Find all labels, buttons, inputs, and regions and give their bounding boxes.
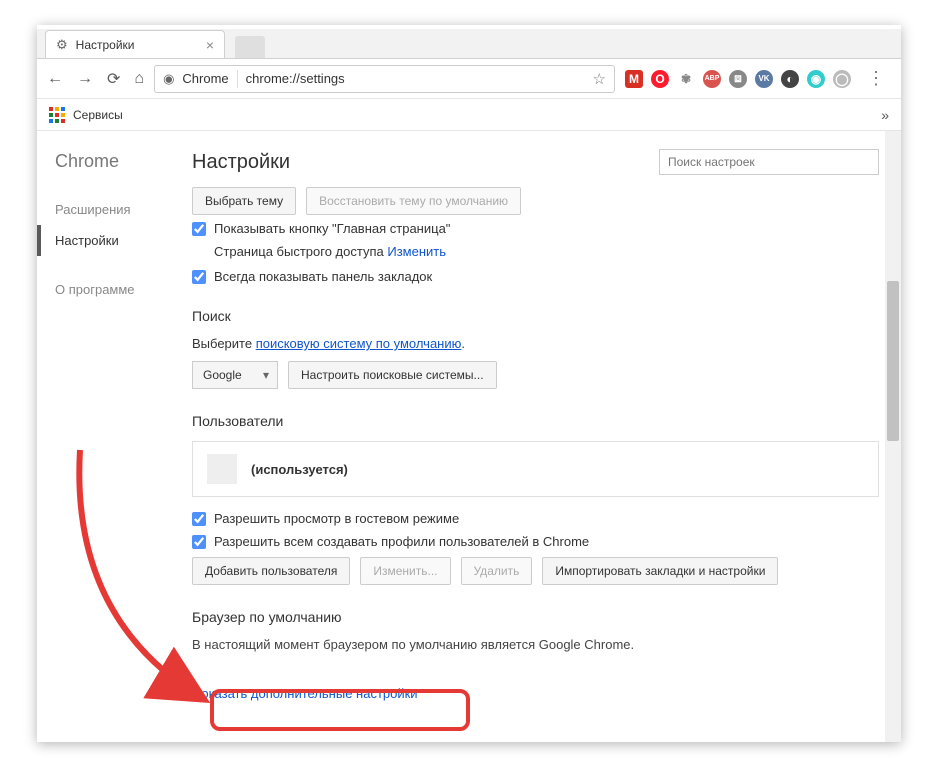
sidebar: Chrome Расширения Настройки О программе [37, 131, 192, 742]
extension-icons: M O ✾ ABP ⧈ VK ◐ ◉ ◯ [625, 70, 851, 88]
delete-user-button: Удалить [461, 557, 533, 585]
extension-icon-1[interactable]: ⧈ [729, 70, 747, 88]
manage-search-button[interactable]: Настроить поисковые системы... [288, 361, 497, 389]
tab-title: Настройки [76, 38, 135, 52]
choose-theme-button[interactable]: Выбрать тему [192, 187, 296, 215]
show-bookmarks-label: Всегда показывать панель закладок [214, 269, 432, 284]
divider [237, 70, 238, 88]
search-desc-suffix: . [461, 336, 465, 351]
search-settings-input[interactable] [659, 149, 879, 175]
settings-main: Настройки Выбрать тему Восстановить тему… [192, 131, 901, 742]
default-browser-status: В настоящий момент браузером по умолчани… [192, 637, 879, 652]
bookmarks-bar: Сервисы » [37, 99, 901, 131]
site-info-icon[interactable]: ◉ [163, 71, 174, 87]
sidebar-title: Chrome [55, 151, 192, 172]
section-default-browser: Браузер по умолчанию В настоящий момент … [192, 609, 879, 652]
bookmark-overflow[interactable]: » [881, 107, 889, 123]
tab-close-icon[interactable]: × [206, 37, 214, 53]
content-area: Chrome Расширения Настройки О программе … [37, 131, 901, 742]
edit-user-button: Изменить... [360, 557, 450, 585]
current-user-row[interactable]: (используется) [192, 441, 879, 497]
allow-create-profiles-checkbox[interactable] [192, 535, 206, 549]
bookmark-label: Сервисы [73, 108, 123, 122]
forward-button[interactable]: → [77, 70, 93, 88]
import-bookmarks-button[interactable]: Импортировать закладки и настройки [542, 557, 778, 585]
search-section-title: Поиск [192, 308, 879, 324]
tabstrip: ⚙ Настройки × [37, 29, 901, 59]
tab-settings[interactable]: ⚙ Настройки × [45, 30, 225, 58]
omnibox-label: Chrome [182, 71, 228, 86]
reset-theme-button: Восстановить тему по умолчанию [306, 187, 521, 215]
section-users: Пользователи (используется) Разрешить пр… [192, 413, 879, 585]
search-engine-select[interactable]: Google [192, 361, 278, 389]
allow-create-profiles-label: Разрешить всем создавать профили пользов… [214, 534, 589, 549]
users-section-title: Пользователи [192, 413, 879, 429]
sidebar-item-settings[interactable]: Настройки [37, 225, 192, 256]
omnibox-url: chrome://settings [246, 71, 345, 86]
apps-icon [49, 107, 65, 123]
new-tab-button[interactable] [235, 36, 265, 58]
browser-window: — ☐ ✕ ⚙ Настройки × ← → ⟳ ⌂ ◉ Chrome chr… [37, 25, 901, 742]
default-browser-title: Браузер по умолчанию [192, 609, 879, 625]
page-title: Настройки [192, 151, 290, 174]
paw-icon[interactable]: ✾ [677, 70, 695, 88]
default-search-link[interactable]: поисковую систему по умолчанию [256, 336, 462, 351]
scrollbar[interactable] [885, 131, 901, 742]
gear-icon: ⚙ [56, 37, 68, 53]
back-button[interactable]: ← [47, 70, 63, 88]
address-bar[interactable]: ◉ Chrome chrome://settings ☆ [154, 65, 615, 93]
show-home-label: Показывать кнопку "Главная страница" [214, 221, 450, 236]
sidebar-item-extensions[interactable]: Расширения [55, 194, 192, 225]
extension-icon-2[interactable]: ◐ [781, 70, 799, 88]
bookmark-item-services[interactable]: Сервисы [49, 107, 123, 123]
show-advanced-link[interactable]: Показать дополнительные настройки [192, 676, 418, 711]
extension-icon-3[interactable]: ◉ [807, 70, 825, 88]
section-appearance: Выбрать тему Восстановить тему по умолча… [192, 187, 879, 284]
show-bookmarks-checkbox[interactable] [192, 270, 206, 284]
guest-mode-label: Разрешить просмотр в гостевом режиме [214, 511, 459, 526]
search-desc-prefix: Выберите [192, 336, 256, 351]
home-subtext: Страница быстрого доступа [214, 244, 387, 259]
gmail-icon[interactable]: M [625, 70, 643, 88]
menu-button[interactable]: ⋮ [861, 68, 891, 89]
home-button[interactable]: ⌂ [134, 70, 144, 88]
nav-controls: ← → ⟳ ⌂ [47, 69, 144, 89]
add-user-button[interactable]: Добавить пользователя [192, 557, 350, 585]
reload-button[interactable]: ⟳ [107, 69, 120, 89]
show-home-checkbox[interactable] [192, 222, 206, 236]
change-home-link[interactable]: Изменить [387, 244, 446, 259]
abp-icon[interactable]: ABP [703, 70, 721, 88]
guest-mode-checkbox[interactable] [192, 512, 206, 526]
section-search: Поиск Выберите поисковую систему по умол… [192, 308, 879, 389]
opera-icon[interactable]: O [651, 70, 669, 88]
extension-icon-4[interactable]: ◯ [833, 70, 851, 88]
current-user-label: (используется) [251, 462, 348, 477]
scroll-thumb[interactable] [887, 281, 899, 441]
sidebar-item-about[interactable]: О программе [55, 274, 192, 305]
avatar [207, 454, 237, 484]
bookmark-star-icon[interactable]: ☆ [593, 70, 606, 88]
toolbar: ← → ⟳ ⌂ ◉ Chrome chrome://settings ☆ M O… [37, 59, 901, 99]
vk-icon[interactable]: VK [755, 70, 773, 88]
